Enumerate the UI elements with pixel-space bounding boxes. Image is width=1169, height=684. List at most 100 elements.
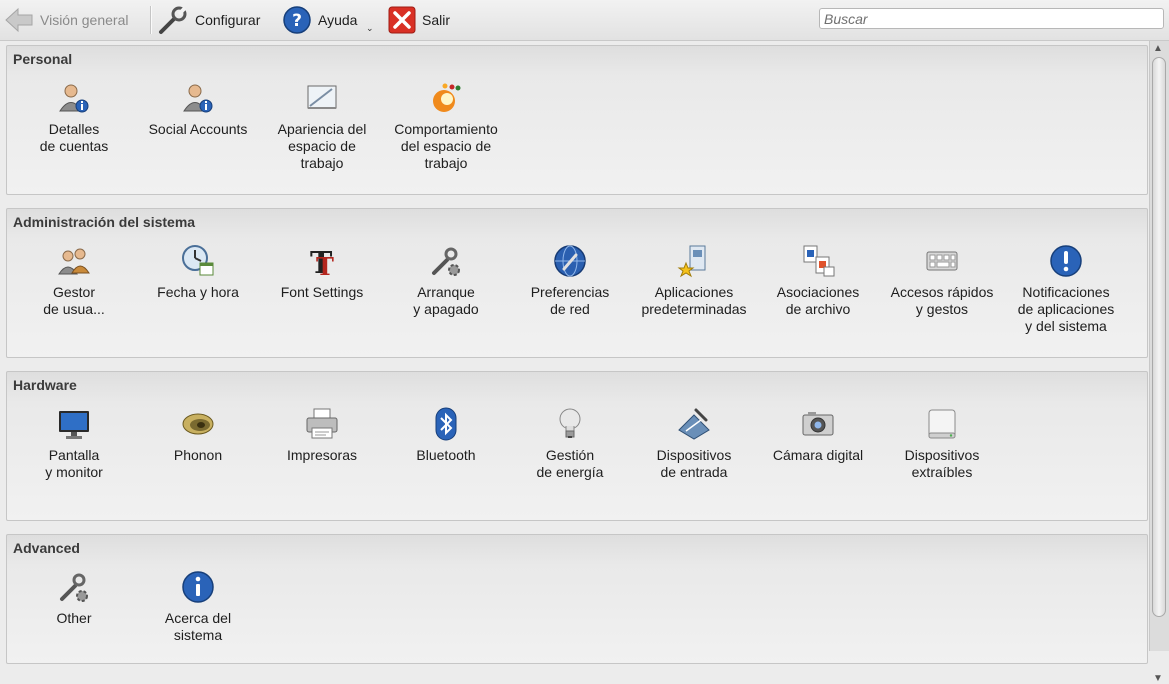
module-input-devices[interactable]: Dispositivos de entrada: [632, 406, 756, 481]
module-display-monitor[interactable]: Pantalla y monitor: [12, 406, 136, 481]
removable-drive-icon: [928, 409, 956, 439]
back-label: Visión general: [40, 12, 129, 28]
section-title: Personal: [13, 51, 73, 67]
section-title: Administración del sistema: [13, 214, 196, 230]
lightbulb-icon: [559, 408, 581, 438]
module-removable-devices[interactable]: Dispositivos extraíbles: [880, 406, 1004, 481]
section-title: Advanced: [13, 540, 80, 556]
module-social-accounts[interactable]: Social Accounts: [136, 80, 260, 138]
input-devices-icon: [678, 408, 710, 440]
back-button[interactable]: Visión general: [4, 5, 128, 35]
chevron-down-icon[interactable]: ⌄: [366, 23, 374, 34]
module-phonon[interactable]: Phonon: [136, 406, 260, 464]
module-label: Social Accounts: [148, 121, 248, 137]
module-label: Preferencias de red: [530, 284, 610, 317]
module-label: Phonon: [173, 447, 223, 463]
module-label: Notificaciones de aplicaciones y del sis…: [1017, 284, 1115, 334]
back-arrow-icon: [4, 7, 34, 33]
wrench-gear-icon: [432, 247, 460, 276]
desktop-appearance-icon: [307, 85, 337, 109]
module-label: Arranque y apagado: [413, 284, 479, 317]
network-globe-icon: [554, 245, 586, 277]
user-info-icon: [183, 84, 213, 113]
module-overview: Personal Detalles de cuentas Social Acco…: [0, 41, 1149, 664]
font-icon: TT: [310, 246, 334, 279]
module-label: Other: [56, 610, 92, 626]
module-power-management[interactable]: Gestión de energía: [508, 406, 632, 481]
info-icon: [182, 571, 214, 603]
scrollbar-thumb[interactable]: [1152, 57, 1166, 617]
help-button[interactable]: ? Ayuda ⌄: [282, 5, 374, 35]
module-shortcuts-gestures[interactable]: Accesos rápidos y gestos: [880, 243, 1004, 318]
close-icon: [388, 6, 416, 34]
module-default-applications[interactable]: Aplicaciones predeterminadas: [632, 243, 756, 318]
module-account-details[interactable]: Detalles de cuentas: [12, 80, 136, 155]
bluetooth-icon: [435, 407, 457, 441]
module-label: Cámara digital: [772, 447, 864, 463]
monitor-icon: [59, 411, 89, 439]
module-label: Dispositivos extraíbles: [904, 447, 980, 480]
notification-icon: [1050, 245, 1082, 277]
module-printers[interactable]: Impresoras: [260, 406, 384, 464]
module-other[interactable]: Other: [12, 569, 136, 627]
module-label: Apariencia del espacio de trabajo: [277, 121, 367, 171]
module-notifications[interactable]: Notificaciones de aplicaciones y del sis…: [1004, 243, 1128, 335]
configure-button[interactable]: Configurar: [157, 5, 260, 35]
module-label: Acerca del sistema: [164, 610, 232, 643]
file-associations-icon: [803, 245, 835, 277]
module-font-settings[interactable]: TT Font Settings: [260, 243, 384, 301]
module-bluetooth[interactable]: Bluetooth: [384, 406, 508, 464]
module-workspace-behavior[interactable]: Comportamiento del espacio de trabajo: [384, 80, 508, 172]
section-advanced: Advanced Other Acerca del sistema: [6, 534, 1148, 664]
users-icon: [58, 248, 90, 275]
configure-label: Configurar: [195, 12, 261, 28]
quit-button[interactable]: Salir: [388, 5, 450, 35]
section-personal: Personal Detalles de cuentas Social Acco…: [6, 45, 1148, 195]
help-icon: ?: [282, 5, 312, 35]
module-label: Asociaciones de archivo: [776, 284, 860, 317]
module-label: Bluetooth: [416, 447, 476, 463]
help-label: Ayuda: [318, 12, 358, 28]
module-label: Aplicaciones predeterminadas: [641, 284, 747, 317]
module-label: Dispositivos de entrada: [656, 447, 732, 480]
speaker-icon: [182, 413, 214, 435]
default-apps-icon: [677, 245, 706, 278]
user-info-icon: [59, 84, 89, 113]
module-label: Font Settings: [280, 284, 364, 300]
quit-label: Salir: [422, 12, 451, 28]
module-label: Comportamiento del espacio de trabajo: [394, 121, 498, 171]
module-label: Gestor de usua...: [43, 284, 105, 317]
section-hardware: Hardware Pantalla y monitor Phonon Impre…: [6, 371, 1148, 521]
module-file-associations[interactable]: Asociaciones de archivo: [756, 243, 880, 318]
module-workspace-appearance[interactable]: Apariencia del espacio de trabajo: [260, 80, 384, 172]
search-input[interactable]: [819, 8, 1164, 29]
clock-calendar-icon: [182, 245, 214, 276]
section-title: Hardware: [13, 377, 77, 393]
module-network-preferences[interactable]: Preferencias de red: [508, 243, 632, 318]
wrench-gear-icon: [60, 573, 88, 602]
module-label: Accesos rápidos y gestos: [890, 284, 994, 317]
vertical-scrollbar[interactable]: ▲ ▼: [1149, 41, 1169, 684]
section-system-administration: Administración del sistema Gestor de usu…: [6, 208, 1148, 358]
module-label: Gestión de energía: [536, 447, 604, 480]
keyboard-icon: [926, 251, 958, 271]
toolbar-separator: [150, 6, 151, 34]
module-label: Detalles de cuentas: [39, 121, 109, 154]
module-label: Impresoras: [286, 447, 358, 463]
module-digital-camera[interactable]: Cámara digital: [756, 406, 880, 464]
module-about-system[interactable]: Acerca del sistema: [136, 569, 260, 644]
scroll-up-icon[interactable]: ▲: [1153, 43, 1163, 54]
toolbar: Visión general Configurar ? Ayuda ⌄ Sali…: [0, 0, 1169, 41]
module-date-time[interactable]: Fecha y hora: [136, 243, 260, 301]
module-user-manager[interactable]: Gestor de usua...: [12, 243, 136, 318]
camera-icon: [802, 412, 834, 436]
svg-text:T: T: [316, 252, 334, 279]
wrench-icon: [157, 5, 189, 35]
module-startup-shutdown[interactable]: Arranque y apagado: [384, 243, 508, 318]
workspace-behavior-icon: [433, 83, 461, 112]
scroll-down-icon[interactable]: ▼: [1153, 673, 1163, 684]
printer-icon: [306, 408, 338, 439]
svg-text:?: ?: [292, 11, 302, 31]
module-label: Pantalla y monitor: [45, 447, 103, 480]
module-label: Fecha y hora: [157, 284, 239, 300]
